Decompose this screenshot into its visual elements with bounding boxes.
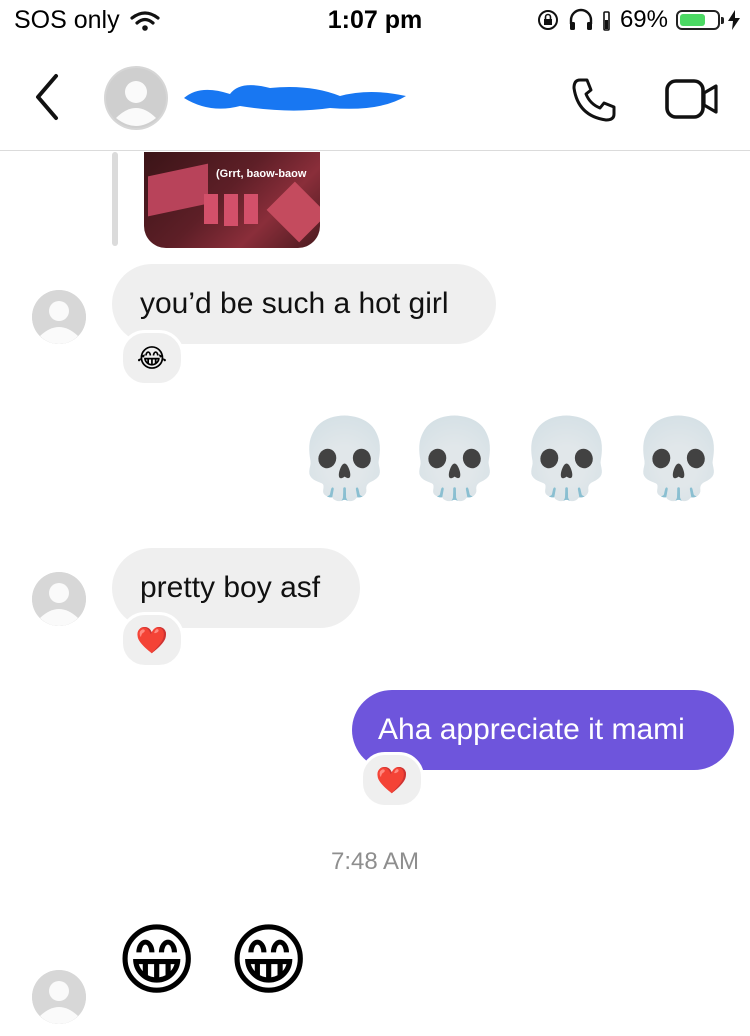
skull-emoji[interactable]: 💀 [406,420,503,498]
heart-reaction: ❤️ [135,624,169,655]
sender-avatar[interactable] [32,572,86,626]
tears-of-joy-reaction: 😂 [136,342,168,373]
conversation-header [0,50,750,151]
charging-bolt-icon [728,10,740,30]
signal-icon [603,11,610,31]
contact-avatar[interactable] [104,66,168,130]
avatar-placeholder-icon [106,68,166,128]
redacted-name-scribble [184,85,406,111]
chevron-left-icon[interactable] [28,72,68,122]
battery-percent: 69% [619,6,668,33]
message-text: Aha appreciate it mami [378,713,685,746]
message-text: you’d be such a hot girl [140,287,449,320]
skull-emoji[interactable]: 💀 [518,420,615,498]
reply-indicator-line [112,152,118,246]
avatar-placeholder-icon [32,572,86,626]
message-text: pretty boy asf [140,571,321,604]
avatar-placeholder-icon [32,290,86,344]
grinning-emoji[interactable]: 😁 [228,922,309,1000]
reaction-badge[interactable]: ❤️ [360,752,424,808]
sender-avatar[interactable] [32,970,86,1024]
battery-icon [676,10,724,30]
phone-icon[interactable] [570,76,618,124]
heart-reaction: ❤️ [375,764,409,795]
orientation-lock-icon [537,10,558,30]
media-caption: (Grrt, baow-baow [216,168,307,180]
skull-emoji[interactable]: 💀 [296,420,393,498]
reaction-badge[interactable]: 😂 [120,330,184,386]
grinning-emoji[interactable]: 😁 [116,922,197,1000]
avatar-placeholder-icon [32,970,86,1024]
skull-emoji[interactable]: 💀 [630,420,727,498]
headphones-icon [569,8,593,30]
message-timestamp: 7:48 AM [330,848,420,875]
video-camera-icon[interactable] [664,78,720,120]
shared-media-thumbnail[interactable]: (Grrt, baow-baow [144,152,320,248]
status-bar: SOS only 1:07 pm 69% [0,0,750,44]
status-icons: 69% [536,6,740,34]
reaction-badge[interactable]: ❤️ [120,612,184,668]
sender-avatar[interactable] [32,290,86,344]
